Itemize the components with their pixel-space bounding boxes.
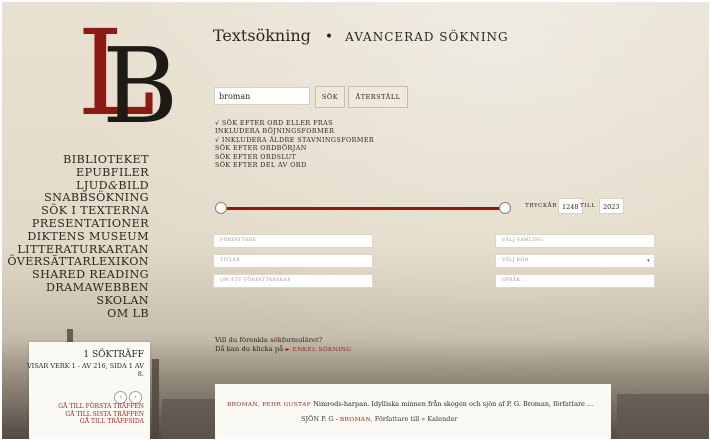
hits-count: VISAR VERK 1 - AV 216, SIDA 1 AV 8. [26,362,144,378]
result-card: BROMAN, PEHR GUSTAF Nimrods-harpan. Idyl… [215,384,611,439]
hits-pager: ‹ › [112,384,142,404]
lb-logo[interactable]: L B [77,14,178,138]
simple-search-link[interactable]: ► ENKEL SÖKNING [285,347,351,353]
gender-select[interactable]: VÄLJ KÖN ▾ [495,254,655,268]
year-from-field[interactable]: 1248 [558,198,583,214]
result-author[interactable]: BROMAN, PEHR GUSTAF [227,402,311,408]
simplify-question: Vill du förenkla sökformuläret? [215,336,323,344]
result-title[interactable]: Nimrods-harpan. Idylliska minnen från sk… [313,400,593,408]
ampersand: & [108,178,119,192]
goto-first-hit-link[interactable]: GÅ TILL FÖRSTA TRÄFFEN [58,403,144,411]
context-after: Författare till » Kalender [374,415,458,423]
tower [152,359,159,439]
context-before: SJÖN P. G - [301,415,338,423]
goto-hit-page-link[interactable]: GÅ TILL TRÄFFSIDA [58,418,144,426]
reset-button[interactable]: ÅTERSTÄLL [348,86,408,108]
rooftops [617,394,709,439]
gender-select-label: VÄLJ KÖN [502,258,529,263]
year-slider-end-handle[interactable] [499,202,511,214]
hits-links: GÅ TILL FÖRSTA TRÄFFEN GÅ TILL SISTA TRÄ… [58,403,144,426]
option-inflections[interactable]: INKLUDERA BÖJNINGSFORMER [215,127,374,135]
goto-last-hit-link[interactable]: GÅ TILL SISTA TRÄFFEN [58,411,144,419]
caret-down-icon: ▾ [647,258,650,264]
advanced-search-title: AVANCERAD SÖKNING [345,30,509,44]
search-button[interactable]: SÖK [315,86,345,108]
hits-panel: 1 SÖKTRÄFF VISAR VERK 1 - AV 216, SIDA 1… [26,342,150,439]
about-author-field[interactable]: OM ETT FÖRFATTARSKAP [213,274,373,288]
language-field[interactable]: SPRÅK ... [495,274,655,288]
simplify-hint: Vill du förenkla sökformuläret? Då kan d… [215,336,351,355]
year-slider-start-handle[interactable] [215,202,227,214]
option-part-of-word[interactable]: SÖK EFTER DEL AV ORD [215,161,374,169]
nav-bild-label: BILD [118,178,149,192]
option-word-start[interactable]: SÖK EFTER ORDBÖRJAN [215,144,374,152]
main-nav: BIBLIOTEKET EPUBFILER LJUD&BILD SNABBSÖK… [7,153,149,321]
nav-dramawebben[interactable]: DRAMAWEBBEN [7,281,149,295]
author-field[interactable]: FÖRFATTARE [213,234,373,248]
option-older-spellings[interactable]: √ INKLUDERA ÄLDRE STAVNINGSFORMER [215,136,374,144]
page-title[interactable]: Textsökning [213,26,311,45]
page-background: L B BIBLIOTEKET EPUBFILER LJUD&BILD SNAB… [2,2,709,439]
hits-title: 1 SÖKTRÄFF [83,350,144,360]
option-word-end[interactable]: SÖK EFTER ORDSLUT [215,153,374,161]
titles-field[interactable]: TITLAR [213,254,373,268]
year-slider-track[interactable] [220,207,503,210]
nav-presentationer[interactable]: PRESENTATIONER [7,217,149,231]
page-header: Textsökning • AVANCERAD SÖKNING [213,26,509,45]
nav-ljud-label: LJUD [76,178,108,192]
year-from-label: TRYCKÅR [525,203,557,209]
nav-om-lb[interactable]: OM LB [7,307,149,321]
result-row[interactable]: BROMAN, PEHR GUSTAF Nimrods-harpan. Idyl… [227,400,593,408]
collection-select[interactable]: VÄLJ SAMLING [495,234,655,248]
hit-word: BROMAN, [339,417,373,423]
nav-diktens-museum[interactable]: DIKTENS MUSEUM [7,230,149,244]
year-to-label: TILL [580,203,596,209]
simplify-text: Då kan du klicka på [215,345,284,353]
nav-biblioteket[interactable]: BIBLIOTEKET [7,153,149,167]
search-options: √ SÖK EFTER ORD ELLER FRAS INKLUDERA BÖJ… [215,119,374,169]
year-to-field[interactable]: 2023 [599,198,624,214]
search-input[interactable]: broman [214,87,310,105]
logo-letter-b: B [102,25,179,147]
header-separator: • [324,29,334,45]
result-context[interactable]: SJÖN P. G - BROMAN, Författare till » Ka… [301,415,457,423]
nav-skolan[interactable]: SKOLAN [7,294,149,308]
